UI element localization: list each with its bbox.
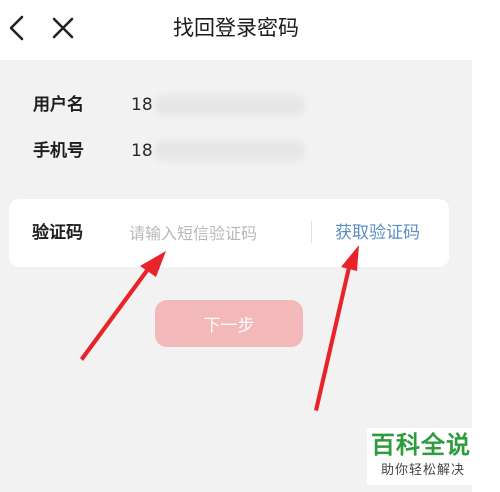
next-step-button[interactable]: 下一步 <box>155 300 303 347</box>
phone-blur-mask <box>155 141 305 161</box>
verification-label: 验证码 <box>32 223 83 243</box>
username-label: 用户名 <box>33 95 84 115</box>
page-title: 找回登录密码 <box>173 16 299 40</box>
divider <box>311 221 312 243</box>
right-arrow-icon <box>314 245 359 411</box>
watermark-title: 百科全说 <box>371 431 471 459</box>
get-code-button[interactable]: 获取验证码 <box>335 219 420 247</box>
header-bar: 找回登录密码 <box>0 0 472 60</box>
phone-value: 18 <box>131 141 153 161</box>
right-edge-strip <box>472 0 500 492</box>
left-arrow-icon <box>80 251 166 361</box>
watermark-logo: 百科全说 助你轻松解决 <box>367 428 491 485</box>
username-value: 18 <box>131 95 153 115</box>
phone-label: 手机号 <box>33 141 84 161</box>
verification-card: 验证码 获取验证码 <box>9 199 449 267</box>
username-row: 用户名 18 <box>33 91 453 119</box>
verification-code-input[interactable] <box>129 219 297 247</box>
username-blur-mask <box>155 95 305 115</box>
watermark-subtitle: 助你轻松解决 <box>381 463 466 478</box>
phone-row: 手机号 18 <box>33 137 453 165</box>
